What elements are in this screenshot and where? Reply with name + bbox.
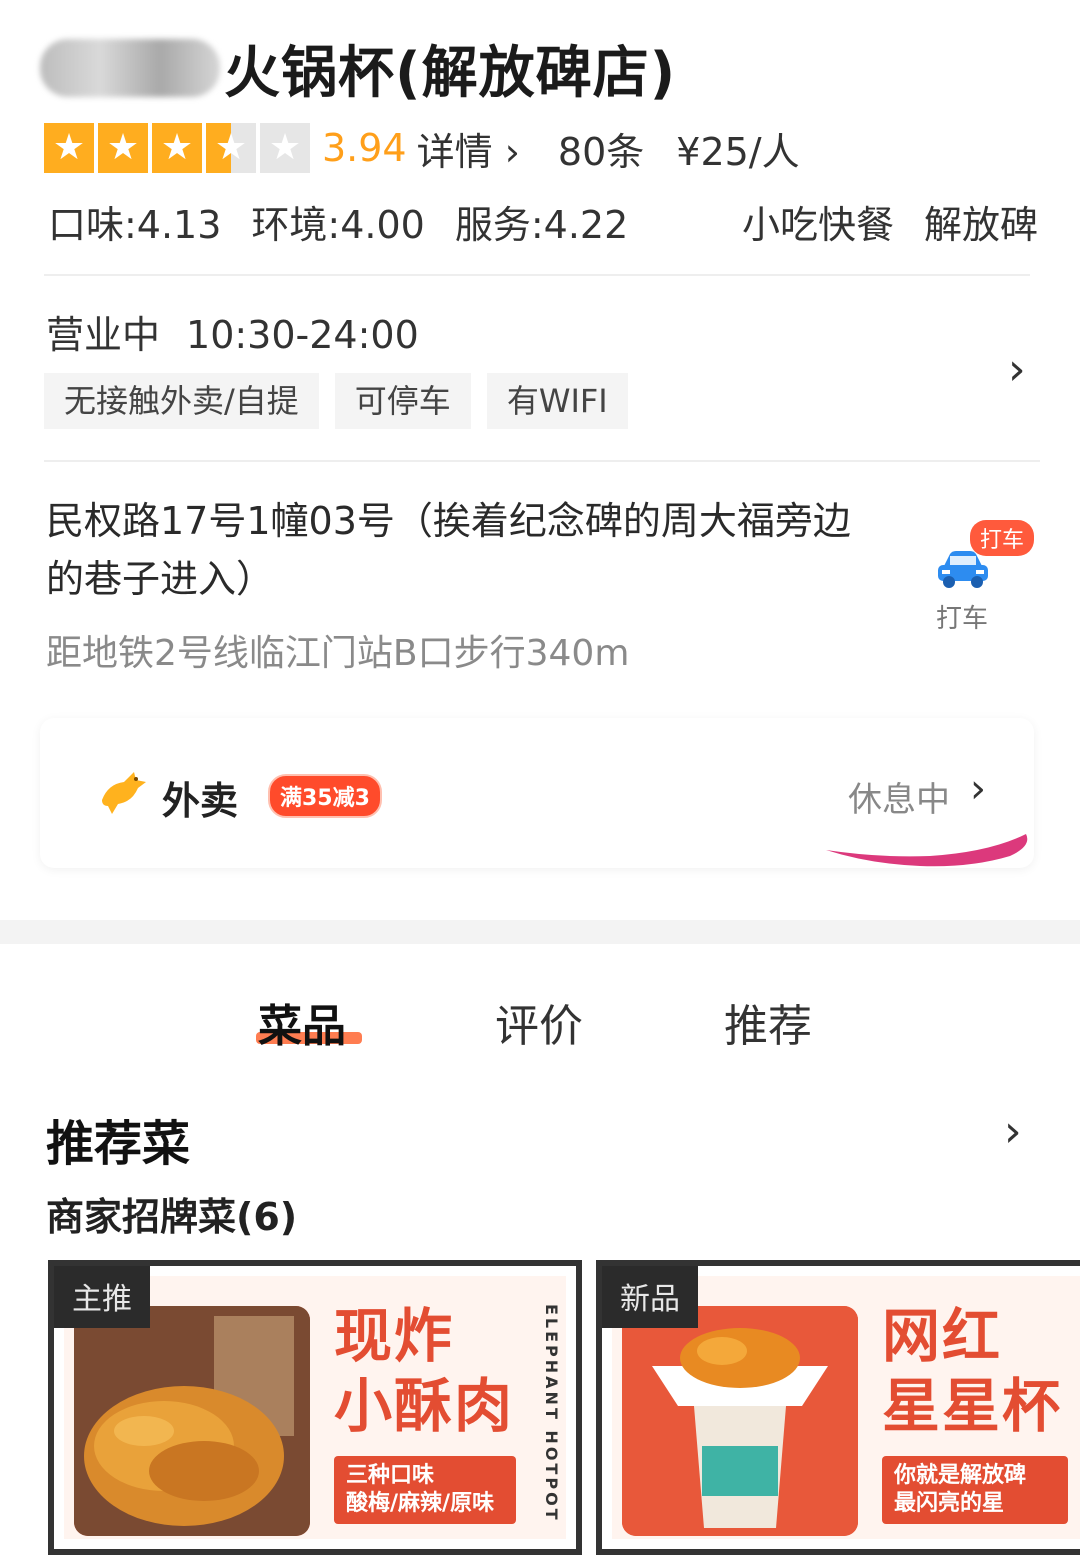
service-score: 服务:4.22 xyxy=(454,202,629,247)
shop-title: 火锅杯(解放碑店) xyxy=(224,40,677,106)
dish-photo xyxy=(622,1306,858,1536)
chevron-right-icon: › xyxy=(970,766,986,812)
dish-ribbon: 你就是解放碑 最闪亮的星 xyxy=(882,1456,1068,1524)
sub-scores-row: 口味:4.13 环境:4.00 服务:4.22 小吃快餐 解放碑 xyxy=(48,196,1038,247)
recommend-chevron-right-icon[interactable]: › xyxy=(1004,1106,1022,1157)
tab-reviews[interactable]: 评价 xyxy=(495,990,583,1054)
dish-ribbon-line: 三种口味 xyxy=(346,1463,435,1488)
dish-tag: 新品 xyxy=(602,1266,698,1328)
redacted-name-blur xyxy=(40,39,220,97)
brand-vertical-text: ELEPHANT HOTPOT xyxy=(542,1304,561,1523)
open-time: 10:30-24:00 xyxy=(186,313,419,357)
avg-price: ¥25/人 xyxy=(676,129,800,174)
taxi-label: 打车 xyxy=(936,604,989,634)
environment-score: 环境:4.00 xyxy=(251,202,425,247)
shop-title-row: 火锅杯(解放碑店) xyxy=(40,28,676,108)
facility-tag: 无接触外卖/自提 xyxy=(44,373,319,429)
detail-label: 详情 xyxy=(416,129,493,174)
dish-headline: 网红 xyxy=(882,1302,1003,1370)
fried-pork-image xyxy=(74,1306,310,1536)
annotation-scribble xyxy=(826,834,1028,867)
empty-star-icon: ★ xyxy=(260,123,310,173)
facility-tag: 可停车 xyxy=(334,373,471,429)
star-icon: ★ xyxy=(152,123,202,173)
chevron-right-icon: › xyxy=(492,129,520,174)
dish-card[interactable]: 网红 星星杯 你就是解放碑 最闪亮的星 新品 xyxy=(596,1260,1080,1555)
rating-row: ★ ★ ★ ★ ★ 3.94 详情 › 80条 ¥25/人 xyxy=(44,120,800,176)
review-count: 80条 xyxy=(557,129,645,174)
dish-card[interactable]: 现炸 小酥肉 三种口味 酸梅/麻辣/原味 ELEPHANT HOTPOT 主推 xyxy=(48,1260,582,1555)
dish-ribbon-line: 酸梅/麻辣/原味 xyxy=(346,1491,495,1516)
star-cup-image xyxy=(622,1306,858,1536)
hours-chevron-right-icon[interactable]: › xyxy=(1008,344,1026,395)
tab-recommend[interactable]: 推荐 xyxy=(724,990,812,1054)
promo-badge: 满35减3 xyxy=(268,774,382,818)
area-label: 解放碑 xyxy=(923,202,1038,247)
dish-ribbon-line: 最闪亮的星 xyxy=(894,1491,1005,1516)
kangaroo-logo-icon xyxy=(102,772,146,814)
metro-distance: 距地铁2号线临江门站B口步行340m xyxy=(46,633,630,674)
delivery-label: 外卖 xyxy=(162,779,239,823)
star-rating: ★ ★ ★ ★ ★ xyxy=(44,123,310,173)
rating-detail-link[interactable]: 详情 › xyxy=(417,121,520,176)
dish-tag: 主推 xyxy=(54,1266,150,1328)
half-star-icon: ★ xyxy=(206,123,256,173)
dish-headline: 星星杯 xyxy=(882,1372,1063,1440)
star-icon: ★ xyxy=(98,123,148,173)
tab-dishes[interactable]: 菜品 xyxy=(258,990,346,1054)
business-hours: 营业中 10:30-24:00 xyxy=(46,304,419,359)
taste-score: 口味:4.13 xyxy=(48,202,222,247)
divider xyxy=(44,460,1040,462)
dish-ribbon: 三种口味 酸梅/麻辣/原味 xyxy=(334,1456,516,1524)
signature-dishes-label: 商家招牌菜(6) xyxy=(46,1195,298,1239)
star-icon: ★ xyxy=(44,123,94,173)
dish-headline: 小酥肉 xyxy=(334,1372,515,1440)
facility-tag: 有WIFI xyxy=(486,373,628,429)
open-status: 营业中 xyxy=(46,313,161,357)
section-separator xyxy=(0,920,1080,944)
dish-headline: 现炸 xyxy=(334,1302,455,1370)
category-label: 小吃快餐 xyxy=(741,202,894,247)
delivery-status: 休息中 xyxy=(848,780,950,820)
rating-score: 3.94 xyxy=(322,126,407,170)
recommend-title: 推荐菜 xyxy=(46,1116,191,1172)
address-text[interactable]: 民权路17号1幢03号（挨着纪念碑的周大福旁边的巷子进入） xyxy=(46,492,886,608)
car-icon xyxy=(938,551,988,588)
dish-photo xyxy=(74,1306,310,1536)
dish-ribbon-line: 你就是解放碑 xyxy=(894,1463,1027,1488)
divider xyxy=(44,274,1030,276)
taxi-button[interactable]: 打车 打车 xyxy=(920,520,1035,640)
facility-tags: 无接触外卖/自提 可停车 有WIFI xyxy=(44,373,628,429)
